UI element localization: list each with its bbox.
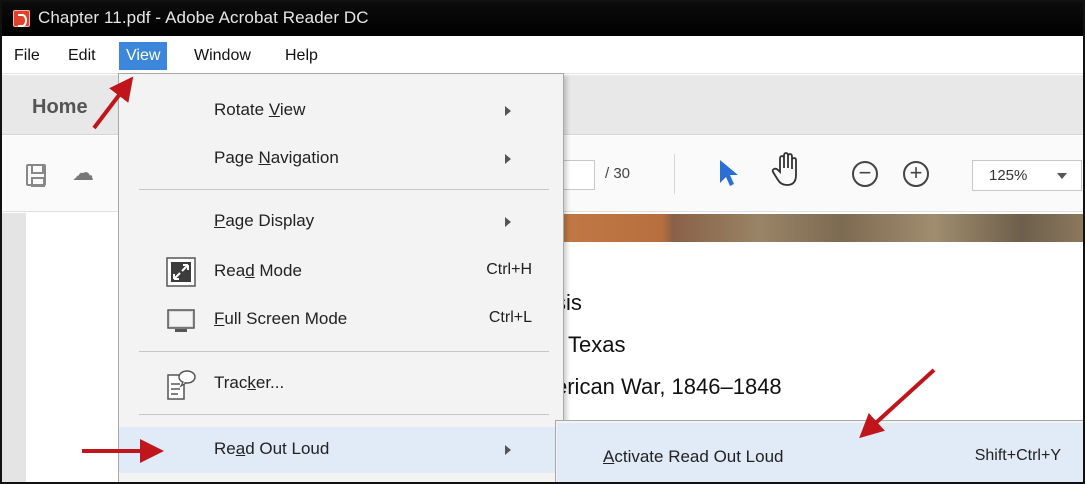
menu-separator [139, 414, 549, 415]
zoom-in-icon[interactable]: + [903, 161, 929, 187]
page-total: / 30 [605, 165, 631, 182]
read-out-loud-submenu: Activate Read Out Loud Shift+Ctrl+Y [555, 420, 1083, 482]
menu-item-label: Tracker... [214, 373, 285, 392]
menu-item-label: Read Out Loud [214, 439, 330, 458]
full-screen-icon [166, 305, 196, 335]
menu-item-activate-read-out-loud[interactable]: Activate Read Out Loud Shift+Ctrl+Y [557, 423, 1083, 482]
menu-item-read-out-loud[interactable]: Read Out Loud [119, 427, 563, 473]
menu-help[interactable]: Help [278, 42, 325, 70]
menu-view[interactable]: View [119, 42, 168, 70]
menu-item-page-display[interactable]: Page Display [119, 202, 563, 242]
shortcut-label: Shift+Ctrl+Y [974, 447, 1061, 464]
acrobat-logo-icon [13, 10, 30, 27]
menu-window[interactable]: Window [187, 42, 258, 70]
app-window: Chapter 11.pdf - Adobe Acrobat Reader DC… [0, 0, 1085, 484]
zoom-select[interactable]: 125% [972, 160, 1082, 191]
menu-separator [139, 351, 549, 352]
tracker-icon [166, 369, 196, 400]
window-title: Chapter 11.pdf - Adobe Acrobat Reader DC [38, 8, 369, 27]
submenu-arrow-icon [505, 445, 511, 455]
menu-item-label: Page Display [214, 211, 315, 230]
menu-item-rotate-view[interactable]: Rotate View [119, 91, 563, 131]
select-pointer-icon[interactable] [717, 158, 739, 193]
menu-edit[interactable]: Edit [61, 42, 103, 70]
submenu-arrow-icon [505, 154, 511, 164]
shortcut-label: Ctrl+H [486, 261, 532, 278]
menu-bar: File Edit View Window Help [2, 38, 1083, 74]
zoom-out-icon[interactable]: − [852, 161, 878, 187]
menu-separator [139, 189, 549, 190]
document-text-line: erican War, 1846–1848 [555, 374, 782, 399]
menu-item-label: Page Navigation [214, 148, 339, 167]
submenu-arrow-icon [505, 217, 511, 227]
read-mode-icon [166, 257, 196, 287]
menu-item-read-mode[interactable]: Read Mode Ctrl+H [119, 252, 563, 292]
zoom-value: 125% [989, 167, 1028, 184]
menu-item-label: Rotate View [214, 100, 306, 119]
menu-item-label: Full Screen Mode [214, 309, 348, 328]
title-bar: Chapter 11.pdf - Adobe Acrobat Reader DC [2, 2, 1083, 36]
menu-file[interactable]: File [7, 42, 47, 70]
menu-item-label: Read Mode [214, 261, 302, 280]
hand-tool-icon[interactable] [771, 152, 801, 193]
cloud-upload-icon[interactable]: ☁ [72, 160, 94, 186]
submenu-arrow-icon [505, 106, 511, 116]
menu-item-tracker[interactable]: Tracker... [119, 364, 563, 404]
tab-home[interactable]: Home [32, 96, 88, 119]
save-icon[interactable] [26, 164, 46, 187]
menu-item-page-navigation[interactable]: Page Navigation [119, 139, 563, 179]
view-menu-dropdown: Rotate View Page Navigation Page Display… [118, 73, 564, 482]
menu-item-label: Activate Read Out Loud [603, 447, 784, 466]
chevron-down-icon [1057, 173, 1067, 179]
menu-item-full-screen-mode[interactable]: Full Screen Mode Ctrl+L [119, 300, 563, 340]
page-banner-image [542, 214, 1083, 242]
shortcut-label: Ctrl+L [488, 309, 532, 326]
toolbar-divider [674, 154, 675, 194]
document-text-line: r Texas [555, 332, 626, 357]
